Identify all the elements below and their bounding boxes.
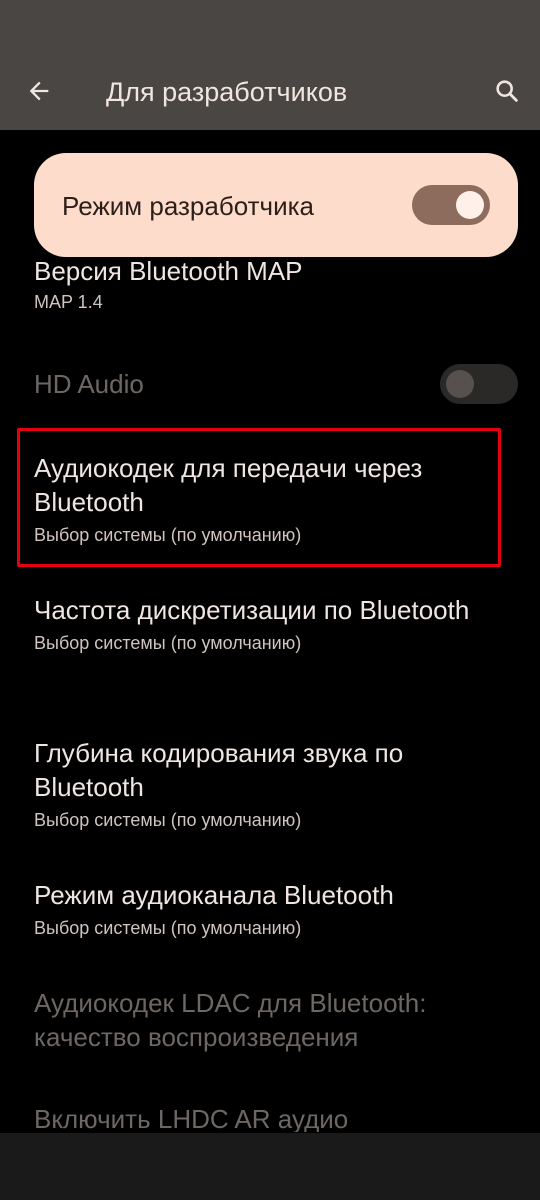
list-item-title: Версия Bluetooth MAP [34,257,303,286]
list-item-bluetooth-audio-codec[interactable]: Аудиокодек для передачи через Bluetooth … [34,451,504,547]
list-item-title: Частота дискретизации по Bluetooth [34,595,470,625]
list-item-hd-audio[interactable]: HD Audio [34,367,504,401]
list-item-bluetooth-map-version[interactable]: Версия Bluetooth MAP MAP 1.4 [34,257,504,314]
list-item-subtitle: Выбор системы (по умолчанию) [34,918,302,938]
developer-mode-card[interactable]: Режим разработчика [34,153,518,257]
list-item-title: HD Audio [34,369,144,399]
toggle-thumb [456,191,484,219]
list-item-bluetooth-channel-mode[interactable]: Режим аудиоканала Bluetooth Выбор систем… [34,878,504,940]
list-item-title: Режим аудиоканала Bluetooth [34,880,394,910]
list-item-bluetooth-bit-depth[interactable]: Глубина кодирования звука по Bluetooth В… [34,736,504,832]
list-item-lhdc-ar-audio[interactable]: Включить LHDC AR аудио [34,1102,504,1132]
toggle-thumb [446,370,474,398]
list-item-subtitle: Выбор системы (по умолчанию) [34,525,302,545]
navigation-bar [0,1133,540,1200]
top-app-bar: Для разработчиков [0,0,540,130]
list-item-title: Включить LHDC AR аудио [34,1104,349,1132]
arrow-back-icon [29,81,49,101]
search-button[interactable] [482,66,532,116]
list-item-title: Аудиокодек для передачи через Bluetooth [34,453,423,517]
page-title: Для разработчиков [106,77,348,107]
list-item-subtitle: Выбор системы (по умолчанию) [34,633,302,653]
developer-mode-toggle[interactable] [412,185,490,225]
list-item-title: Аудиокодек LDAC для Bluetooth: качество … [34,988,427,1052]
hd-audio-toggle[interactable] [440,364,518,404]
developer-mode-label: Режим разработчика [62,191,315,221]
list-item-ldac-quality[interactable]: Аудиокодек LDAC для Bluetooth: качество … [34,986,504,1054]
list-item-bluetooth-sample-rate[interactable]: Частота дискретизации по Bluetooth Выбор… [34,593,504,655]
back-button[interactable] [14,66,64,116]
search-icon [496,80,518,102]
list-item-subtitle: MAP 1.4 [34,292,103,312]
list-item-subtitle: Выбор системы (по умолчанию) [34,810,302,830]
list-item-title: Глубина кодирования звука по Bluetooth [34,738,404,802]
settings-list: Версия Bluetooth MAP MAP 1.4 HD Audio Ау… [0,257,540,1132]
